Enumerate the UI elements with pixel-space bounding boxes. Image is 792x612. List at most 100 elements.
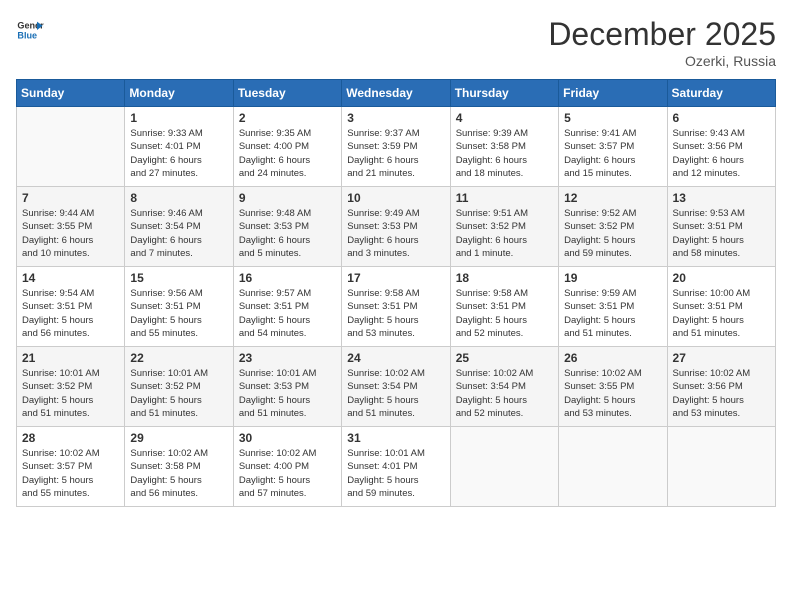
- day-number: 30: [239, 431, 336, 445]
- calendar-day-cell: [559, 427, 667, 507]
- day-of-week-header: Sunday: [17, 80, 125, 107]
- day-info: Sunrise: 10:01 AM Sunset: 3:53 PM Daylig…: [239, 367, 336, 420]
- day-number: 4: [456, 111, 553, 125]
- day-number: 21: [22, 351, 119, 365]
- day-info: Sunrise: 10:02 AM Sunset: 3:54 PM Daylig…: [347, 367, 444, 420]
- calendar-day-cell: 31Sunrise: 10:01 AM Sunset: 4:01 PM Dayl…: [342, 427, 450, 507]
- day-number: 5: [564, 111, 661, 125]
- day-number: 20: [673, 271, 770, 285]
- calendar-table: SundayMondayTuesdayWednesdayThursdayFrid…: [16, 79, 776, 507]
- logo: General Blue: [16, 16, 44, 44]
- calendar-day-cell: 27Sunrise: 10:02 AM Sunset: 3:56 PM Dayl…: [667, 347, 775, 427]
- calendar-day-cell: 25Sunrise: 10:02 AM Sunset: 3:54 PM Dayl…: [450, 347, 558, 427]
- day-number: 13: [673, 191, 770, 205]
- day-of-week-header: Wednesday: [342, 80, 450, 107]
- calendar-week-row: 1 Sunrise: 9:33 AM Sunset: 4:01 PM Daylig…: [17, 107, 776, 187]
- day-info: Sunrise: 10:01 AM Sunset: 3:52 PM Daylig…: [22, 367, 119, 420]
- calendar-day-cell: 16 Sunrise: 9:57 AM Sunset: 3:51 PM Dayli…: [233, 267, 341, 347]
- calendar-week-row: 14 Sunrise: 9:54 AM Sunset: 3:51 PM Dayli…: [17, 267, 776, 347]
- logo-icon: General Blue: [16, 16, 44, 44]
- day-info: Sunrise: 9:54 AM Sunset: 3:51 PM Dayligh…: [22, 287, 119, 340]
- calendar-day-cell: 1 Sunrise: 9:33 AM Sunset: 4:01 PM Daylig…: [125, 107, 233, 187]
- calendar-day-cell: 18Sunrise: 9:58 AM Sunset: 3:51 PM Dayli…: [450, 267, 558, 347]
- day-of-week-header: Tuesday: [233, 80, 341, 107]
- calendar-day-cell: 9 Sunrise: 9:48 AM Sunset: 3:53 PM Daylig…: [233, 187, 341, 267]
- calendar-day-cell: 26Sunrise: 10:02 AM Sunset: 3:55 PM Dayl…: [559, 347, 667, 427]
- day-info: Sunrise: 9:58 AM Sunset: 3:51 PM Dayligh…: [456, 287, 553, 340]
- day-info: Sunrise: 9:53 AM Sunset: 3:51 PM Dayligh…: [673, 207, 770, 260]
- day-info: Sunrise: 9:35 AM Sunset: 4:00 PM Dayligh…: [239, 127, 336, 180]
- day-info: Sunrise: 9:33 AM Sunset: 4:01 PM Dayligh…: [130, 127, 227, 180]
- day-info: Sunrise: 10:02 AM Sunset: 3:57 PM Daylig…: [22, 447, 119, 500]
- day-info: Sunrise: 9:49 AM Sunset: 3:53 PM Dayligh…: [347, 207, 444, 260]
- day-info: Sunrise: 10:02 AM Sunset: 3:58 PM Daylig…: [130, 447, 227, 500]
- day-info: Sunrise: 9:39 AM Sunset: 3:58 PM Dayligh…: [456, 127, 553, 180]
- day-number: 3: [347, 111, 444, 125]
- calendar-day-cell: 8 Sunrise: 9:46 AM Sunset: 3:54 PM Daylig…: [125, 187, 233, 267]
- calendar-week-row: 21 Sunrise: 10:01 AM Sunset: 3:52 PM Dayl…: [17, 347, 776, 427]
- calendar-day-cell: 19Sunrise: 9:59 AM Sunset: 3:51 PM Dayli…: [559, 267, 667, 347]
- title-block: December 2025 Ozerki, Russia: [548, 16, 776, 69]
- day-info: Sunrise: 9:51 AM Sunset: 3:52 PM Dayligh…: [456, 207, 553, 260]
- calendar-day-cell: 21 Sunrise: 10:01 AM Sunset: 3:52 PM Dayl…: [17, 347, 125, 427]
- day-info: Sunrise: 10:01 AM Sunset: 3:52 PM Daylig…: [130, 367, 227, 420]
- day-info: Sunrise: 9:44 AM Sunset: 3:55 PM Dayligh…: [22, 207, 119, 260]
- day-number: 1: [130, 111, 227, 125]
- day-number: 16: [239, 271, 336, 285]
- calendar-day-cell: 3 Sunrise: 9:37 AM Sunset: 3:59 PM Daylig…: [342, 107, 450, 187]
- calendar-day-cell: [450, 427, 558, 507]
- day-number: 6: [673, 111, 770, 125]
- calendar-day-cell: [17, 107, 125, 187]
- day-number: 14: [22, 271, 119, 285]
- day-of-week-header: Saturday: [667, 80, 775, 107]
- day-number: 19: [564, 271, 661, 285]
- calendar-day-cell: 4 Sunrise: 9:39 AM Sunset: 3:58 PM Daylig…: [450, 107, 558, 187]
- day-info: Sunrise: 10:01 AM Sunset: 4:01 PM Daylig…: [347, 447, 444, 500]
- calendar-day-cell: 23 Sunrise: 10:01 AM Sunset: 3:53 PM Dayl…: [233, 347, 341, 427]
- day-number: 15: [130, 271, 227, 285]
- calendar-day-cell: 22 Sunrise: 10:01 AM Sunset: 3:52 PM Dayl…: [125, 347, 233, 427]
- day-number: 22: [130, 351, 227, 365]
- calendar-day-cell: 29Sunrise: 10:02 AM Sunset: 3:58 PM Dayl…: [125, 427, 233, 507]
- calendar-day-cell: 17 Sunrise: 9:58 AM Sunset: 3:51 PM Dayli…: [342, 267, 450, 347]
- calendar-day-cell: 6 Sunrise: 9:43 AM Sunset: 3:56 PM Daylig…: [667, 107, 775, 187]
- calendar-header-row: SundayMondayTuesdayWednesdayThursdayFrid…: [17, 80, 776, 107]
- day-of-week-header: Monday: [125, 80, 233, 107]
- day-number: 2: [239, 111, 336, 125]
- day-info: Sunrise: 10:00 AM Sunset: 3:51 PM Daylig…: [673, 287, 770, 340]
- calendar-day-cell: 20 Sunrise: 10:00 AM Sunset: 3:51 PM Dayl…: [667, 267, 775, 347]
- page-header: General Blue December 2025 Ozerki, Russi…: [16, 16, 776, 69]
- day-number: 26: [564, 351, 661, 365]
- day-info: Sunrise: 9:58 AM Sunset: 3:51 PM Dayligh…: [347, 287, 444, 340]
- day-info: Sunrise: 9:43 AM Sunset: 3:56 PM Dayligh…: [673, 127, 770, 180]
- day-number: 17: [347, 271, 444, 285]
- day-number: 28: [22, 431, 119, 445]
- day-number: 11: [456, 191, 553, 205]
- day-number: 8: [130, 191, 227, 205]
- calendar-week-row: 28 Sunrise: 10:02 AM Sunset: 3:57 PM Dayl…: [17, 427, 776, 507]
- calendar-day-cell: 30Sunrise: 10:02 AM Sunset: 4:00 PM Dayl…: [233, 427, 341, 507]
- day-number: 9: [239, 191, 336, 205]
- calendar-day-cell: 28 Sunrise: 10:02 AM Sunset: 3:57 PM Dayl…: [17, 427, 125, 507]
- calendar-day-cell: 7 Sunrise: 9:44 AM Sunset: 3:55 PM Daylig…: [17, 187, 125, 267]
- day-info: Sunrise: 9:52 AM Sunset: 3:52 PM Dayligh…: [564, 207, 661, 260]
- day-number: 25: [456, 351, 553, 365]
- day-number: 7: [22, 191, 119, 205]
- day-info: Sunrise: 9:46 AM Sunset: 3:54 PM Dayligh…: [130, 207, 227, 260]
- day-info: Sunrise: 9:57 AM Sunset: 3:51 PM Dayligh…: [239, 287, 336, 340]
- calendar-week-row: 7 Sunrise: 9:44 AM Sunset: 3:55 PM Daylig…: [17, 187, 776, 267]
- calendar-day-cell: 14 Sunrise: 9:54 AM Sunset: 3:51 PM Dayli…: [17, 267, 125, 347]
- calendar-day-cell: 5Sunrise: 9:41 AM Sunset: 3:57 PM Daylig…: [559, 107, 667, 187]
- calendar-day-cell: 13 Sunrise: 9:53 AM Sunset: 3:51 PM Dayli…: [667, 187, 775, 267]
- day-of-week-header: Friday: [559, 80, 667, 107]
- day-info: Sunrise: 9:37 AM Sunset: 3:59 PM Dayligh…: [347, 127, 444, 180]
- day-number: 24: [347, 351, 444, 365]
- calendar-day-cell: 12 Sunrise: 9:52 AM Sunset: 3:52 PM Dayli…: [559, 187, 667, 267]
- day-number: 12: [564, 191, 661, 205]
- day-number: 23: [239, 351, 336, 365]
- day-info: Sunrise: 9:48 AM Sunset: 3:53 PM Dayligh…: [239, 207, 336, 260]
- location-subtitle: Ozerki, Russia: [548, 53, 776, 69]
- day-number: 10: [347, 191, 444, 205]
- calendar-day-cell: 15Sunrise: 9:56 AM Sunset: 3:51 PM Dayli…: [125, 267, 233, 347]
- calendar-day-cell: 2 Sunrise: 9:35 AM Sunset: 4:00 PM Daylig…: [233, 107, 341, 187]
